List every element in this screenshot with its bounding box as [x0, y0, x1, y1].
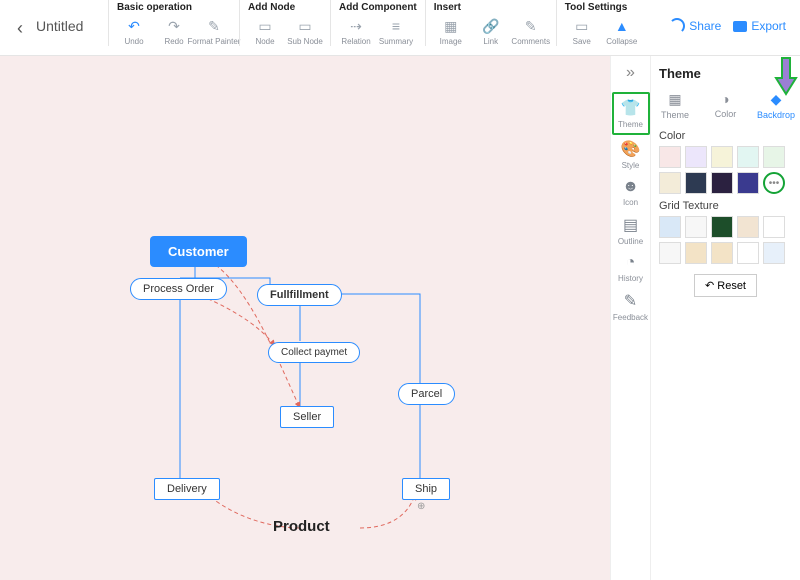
- swatch[interactable]: [685, 146, 707, 168]
- swatch[interactable]: [711, 216, 733, 238]
- sub-node-icon: ▭: [296, 17, 314, 35]
- doc-title[interactable]: Untitled: [36, 18, 98, 34]
- format-painter-icon: ✎: [205, 17, 223, 35]
- swatch[interactable]: [737, 146, 759, 168]
- swatch[interactable]: [685, 172, 707, 194]
- icon-icon: ☻: [622, 178, 639, 196]
- group-title: Insert: [434, 2, 548, 13]
- toolbar-undo[interactable]: ↶Undo: [117, 17, 151, 46]
- style-icon: 🎨: [621, 139, 641, 159]
- node-customer[interactable]: Customer: [150, 236, 247, 267]
- toolbar-collapse[interactable]: ▲Collapse: [605, 17, 639, 46]
- group-title: Tool Settings: [565, 2, 639, 13]
- swatch[interactable]: [737, 242, 759, 264]
- node-ship[interactable]: Ship: [402, 478, 450, 500]
- node-fullfillment[interactable]: Fullfillment: [257, 284, 342, 306]
- image-icon: ▦: [442, 17, 460, 35]
- add-child-icon[interactable]: ⊕: [417, 501, 425, 512]
- section-texture: Grid Texture: [659, 200, 792, 212]
- sidebar-history[interactable]: ◔History: [612, 250, 650, 287]
- node-process-order[interactable]: Process Order: [130, 278, 227, 300]
- node-collect-payment[interactable]: Collect paymet: [268, 342, 360, 363]
- back-button[interactable]: ‹: [8, 18, 32, 39]
- theme-icon: ▦: [668, 91, 681, 108]
- swatch[interactable]: [737, 216, 759, 238]
- panel-tab-theme[interactable]: ▦Theme: [659, 91, 691, 120]
- swatch[interactable]: [685, 242, 707, 264]
- swatch[interactable]: [685, 216, 707, 238]
- relation-icon: ⇢: [347, 17, 365, 35]
- color-more-button[interactable]: •••: [763, 172, 785, 194]
- sidebar-theme[interactable]: 👕Theme: [612, 92, 650, 135]
- swatch[interactable]: [763, 242, 785, 264]
- sidebar-feedback[interactable]: ✎Feedback: [612, 287, 650, 326]
- group-title: Add Component: [339, 2, 417, 13]
- redo-icon: ↷: [165, 17, 183, 35]
- sidebar-outline[interactable]: ▤Outline: [612, 211, 650, 250]
- node-parcel[interactable]: Parcel: [398, 383, 455, 405]
- toolbar-node[interactable]: ▭Node: [248, 17, 282, 46]
- toolbar-save[interactable]: ▭Save: [565, 17, 599, 46]
- theme-icon: 👕: [621, 98, 641, 118]
- toolbar-format-painter[interactable]: ✎Format Painter: [197, 17, 231, 46]
- label-product: Product: [273, 518, 330, 535]
- swatch[interactable]: [659, 146, 681, 168]
- link-icon: 🔗: [482, 17, 500, 35]
- comments-icon: ✎: [522, 17, 540, 35]
- toolbar-sub-node[interactable]: ▭Sub Node: [288, 17, 322, 46]
- panel-tab-color[interactable]: ◑Color: [710, 91, 742, 120]
- feedback-icon: ✎: [624, 291, 637, 311]
- export-button[interactable]: Export: [733, 19, 786, 33]
- swatch[interactable]: [711, 146, 733, 168]
- swatch[interactable]: [763, 146, 785, 168]
- section-color: Color: [659, 130, 792, 142]
- diagram-canvas[interactable]: Customer Process Order Fullfillment Coll…: [0, 56, 610, 580]
- tutorial-arrow-icon: [772, 56, 800, 96]
- swatch[interactable]: [659, 242, 681, 264]
- share-button[interactable]: Share: [669, 18, 721, 34]
- collapse-panel-icon[interactable]: »: [626, 64, 635, 82]
- swatch[interactable]: [711, 172, 733, 194]
- toolbar-comments[interactable]: ✎Comments: [514, 17, 548, 46]
- toolbar-summary[interactable]: ≡Summary: [379, 17, 413, 46]
- color-icon: ◑: [721, 91, 729, 107]
- toolbar-relation[interactable]: ⇢Relation: [339, 17, 373, 46]
- sidebar-style[interactable]: 🎨Style: [612, 135, 650, 174]
- swatch[interactable]: [659, 216, 681, 238]
- history-icon: ◔: [626, 254, 636, 272]
- toolbar-redo[interactable]: ↷Redo: [157, 17, 191, 46]
- swatch[interactable]: [763, 216, 785, 238]
- node-seller[interactable]: Seller: [280, 406, 334, 428]
- save-icon: ▭: [573, 17, 591, 35]
- swatch[interactable]: [711, 242, 733, 264]
- group-title: Add Node: [248, 2, 322, 13]
- toolbar-image[interactable]: ▦Image: [434, 17, 468, 46]
- summary-icon: ≡: [387, 17, 405, 35]
- group-title: Basic operation: [117, 2, 231, 13]
- toolbar-link[interactable]: 🔗Link: [474, 17, 508, 46]
- swatch[interactable]: [737, 172, 759, 194]
- sidebar-icon[interactable]: ☻Icon: [612, 174, 650, 211]
- collapse-icon: ▲: [613, 17, 631, 35]
- undo-icon: ↶: [125, 17, 143, 35]
- node-delivery[interactable]: Delivery: [154, 478, 220, 500]
- reset-button[interactable]: ↶ Reset: [694, 274, 757, 297]
- node-icon: ▭: [256, 17, 274, 35]
- outline-icon: ▤: [623, 215, 638, 235]
- swatch[interactable]: [659, 172, 681, 194]
